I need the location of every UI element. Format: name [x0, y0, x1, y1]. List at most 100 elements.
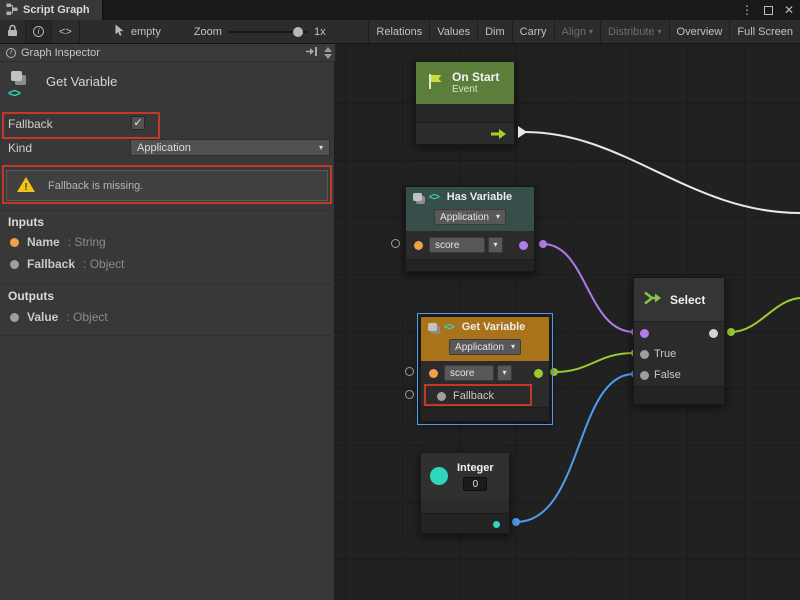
- name-value: score: [435, 240, 459, 251]
- input-port-ring[interactable]: [405, 390, 414, 399]
- code-icon: <>: [59, 26, 72, 38]
- script-graph-window: Script Graph ⋮ ✕ i <> empty Zoom: [0, 0, 800, 600]
- name-dropdown[interactable]: score: [444, 365, 494, 381]
- node-title: Select: [670, 293, 705, 307]
- warning-box: ! Fallback is missing.: [6, 170, 328, 201]
- object-port-dot: [10, 313, 19, 322]
- node-subheader: Application ▾: [421, 337, 549, 361]
- zoom-slider-handle[interactable]: [293, 27, 303, 37]
- button-label: Carry: [520, 26, 547, 38]
- svg-text:!: !: [24, 182, 27, 193]
- kind-dropdown[interactable]: Application ▾: [130, 139, 330, 156]
- info-icon: i: [6, 48, 16, 58]
- menu-icon[interactable]: ⋮: [741, 3, 753, 17]
- wire-flow: [525, 132, 800, 213]
- caret-down-icon: ▾: [496, 213, 500, 221]
- toolbar-button-align[interactable]: Align▾: [555, 20, 601, 43]
- graph-reference[interactable]: empty: [80, 20, 168, 43]
- graph-reference-label: empty: [131, 26, 161, 38]
- maximize-icon[interactable]: [764, 6, 773, 15]
- button-label: Distribute: [608, 26, 654, 38]
- result-port-dot[interactable]: [519, 241, 528, 250]
- flow-arrow-icon[interactable]: [490, 128, 507, 143]
- pin-row-fallback: Fallback : Object: [10, 257, 124, 271]
- lock-icon: [7, 24, 18, 40]
- code-icon: <>: [8, 86, 20, 100]
- input-port-ring[interactable]: [391, 239, 400, 248]
- inspected-node-title: Get Variable: [46, 74, 117, 89]
- zoom-slider[interactable]: [229, 27, 307, 37]
- code-icon: <>: [444, 322, 454, 333]
- fallback-port-label: Fallback: [453, 390, 494, 402]
- input-port-ring[interactable]: [405, 367, 414, 376]
- flow-output-port[interactable]: [518, 126, 527, 138]
- button-label: Full Screen: [737, 26, 793, 38]
- node-get-variable[interactable]: <> Get Variable Application ▾ score ▾ Fa…: [420, 316, 550, 422]
- graph-icon: [6, 3, 18, 18]
- zoom-label: Zoom: [194, 26, 222, 38]
- name-dropdown-caret[interactable]: ▾: [488, 237, 503, 253]
- toolbar-button-fullscreen[interactable]: Full Screen: [730, 20, 800, 43]
- inspector-title: Graph Inspector: [21, 47, 100, 59]
- lock-button[interactable]: [0, 20, 26, 43]
- variable-icon: [413, 193, 422, 201]
- graph-canvas[interactable]: On Start Event <> Has Variable Applica: [335, 44, 800, 600]
- wire-true: [554, 353, 634, 372]
- caret-down-icon: ▾: [502, 369, 506, 377]
- dock-icon[interactable]: [305, 46, 318, 60]
- selection-port-dot[interactable]: [709, 329, 718, 338]
- name-dropdown-caret[interactable]: ▾: [497, 365, 512, 381]
- node-title: On Start: [452, 70, 499, 84]
- name-dropdown[interactable]: score: [429, 237, 485, 253]
- toolbar-button-values[interactable]: Values: [430, 20, 478, 43]
- scroll-arrows-icon[interactable]: [324, 47, 332, 59]
- node-on-start[interactable]: On Start Event: [415, 61, 515, 145]
- button-label: Relations: [376, 26, 422, 38]
- toolbar-button-distribute[interactable]: Distribute▾: [601, 20, 669, 43]
- toolbar-button-relations[interactable]: Relations: [368, 20, 430, 43]
- true-port-dot[interactable]: [640, 350, 649, 359]
- node-header: Integer 0: [421, 453, 509, 499]
- integer-value-field[interactable]: 0: [463, 477, 487, 491]
- warning-icon: !: [16, 176, 36, 196]
- caret-down-icon: ▾: [493, 241, 497, 249]
- code-view-button[interactable]: <>: [52, 20, 80, 43]
- tab-script-graph[interactable]: Script Graph: [0, 0, 103, 20]
- fallback-port-dot[interactable]: [437, 392, 446, 401]
- scope-dropdown[interactable]: Application ▾: [434, 209, 506, 225]
- name-port-dot[interactable]: [429, 369, 438, 378]
- pin-type: : Object: [83, 257, 124, 271]
- pin-type: : Object: [66, 310, 107, 324]
- variable-icon: [11, 71, 22, 81]
- toolbar-button-carry[interactable]: Carry: [513, 20, 555, 43]
- node-integer[interactable]: Integer 0: [420, 452, 510, 534]
- connection-wires: [335, 44, 800, 600]
- condition-port-dot[interactable]: [640, 329, 649, 338]
- node-select[interactable]: Select True False: [633, 277, 725, 405]
- variable-icon: [428, 323, 437, 331]
- node-title: Integer: [457, 462, 494, 474]
- toolbar-button-overview[interactable]: Overview: [670, 20, 731, 43]
- graph-inspector-panel: i Graph Inspector <> Get Variable Fallba…: [0, 44, 335, 600]
- flag-icon: [427, 73, 443, 93]
- toolbar-button-dim[interactable]: Dim: [478, 20, 513, 43]
- graph-toolbar: i <> empty Zoom 1x Relations Values Dim …: [0, 20, 800, 44]
- name-port-dot[interactable]: [414, 241, 423, 250]
- value-port-dot[interactable]: [534, 369, 543, 378]
- output-port-dot[interactable]: [493, 521, 500, 528]
- window-titlebar: Script Graph ⋮ ✕: [0, 0, 800, 20]
- node-has-variable[interactable]: <> Has Variable Application ▾ score ▾: [405, 186, 535, 272]
- divider: [0, 335, 335, 336]
- window-title: Script Graph: [23, 4, 90, 16]
- kind-label: Kind: [8, 141, 32, 155]
- node-header: <> Has Variable: [406, 187, 534, 207]
- divider: [0, 210, 335, 211]
- close-icon[interactable]: ✕: [784, 3, 794, 17]
- button-label: Values: [437, 26, 470, 38]
- scope-dropdown[interactable]: Application ▾: [449, 339, 521, 355]
- inspector-toggle-button[interactable]: i: [26, 20, 52, 43]
- fallback-checkbox[interactable]: ✓: [131, 116, 145, 130]
- false-port-dot[interactable]: [640, 371, 649, 380]
- node-subheader: Application ▾: [406, 207, 534, 231]
- button-label: Align: [562, 26, 586, 38]
